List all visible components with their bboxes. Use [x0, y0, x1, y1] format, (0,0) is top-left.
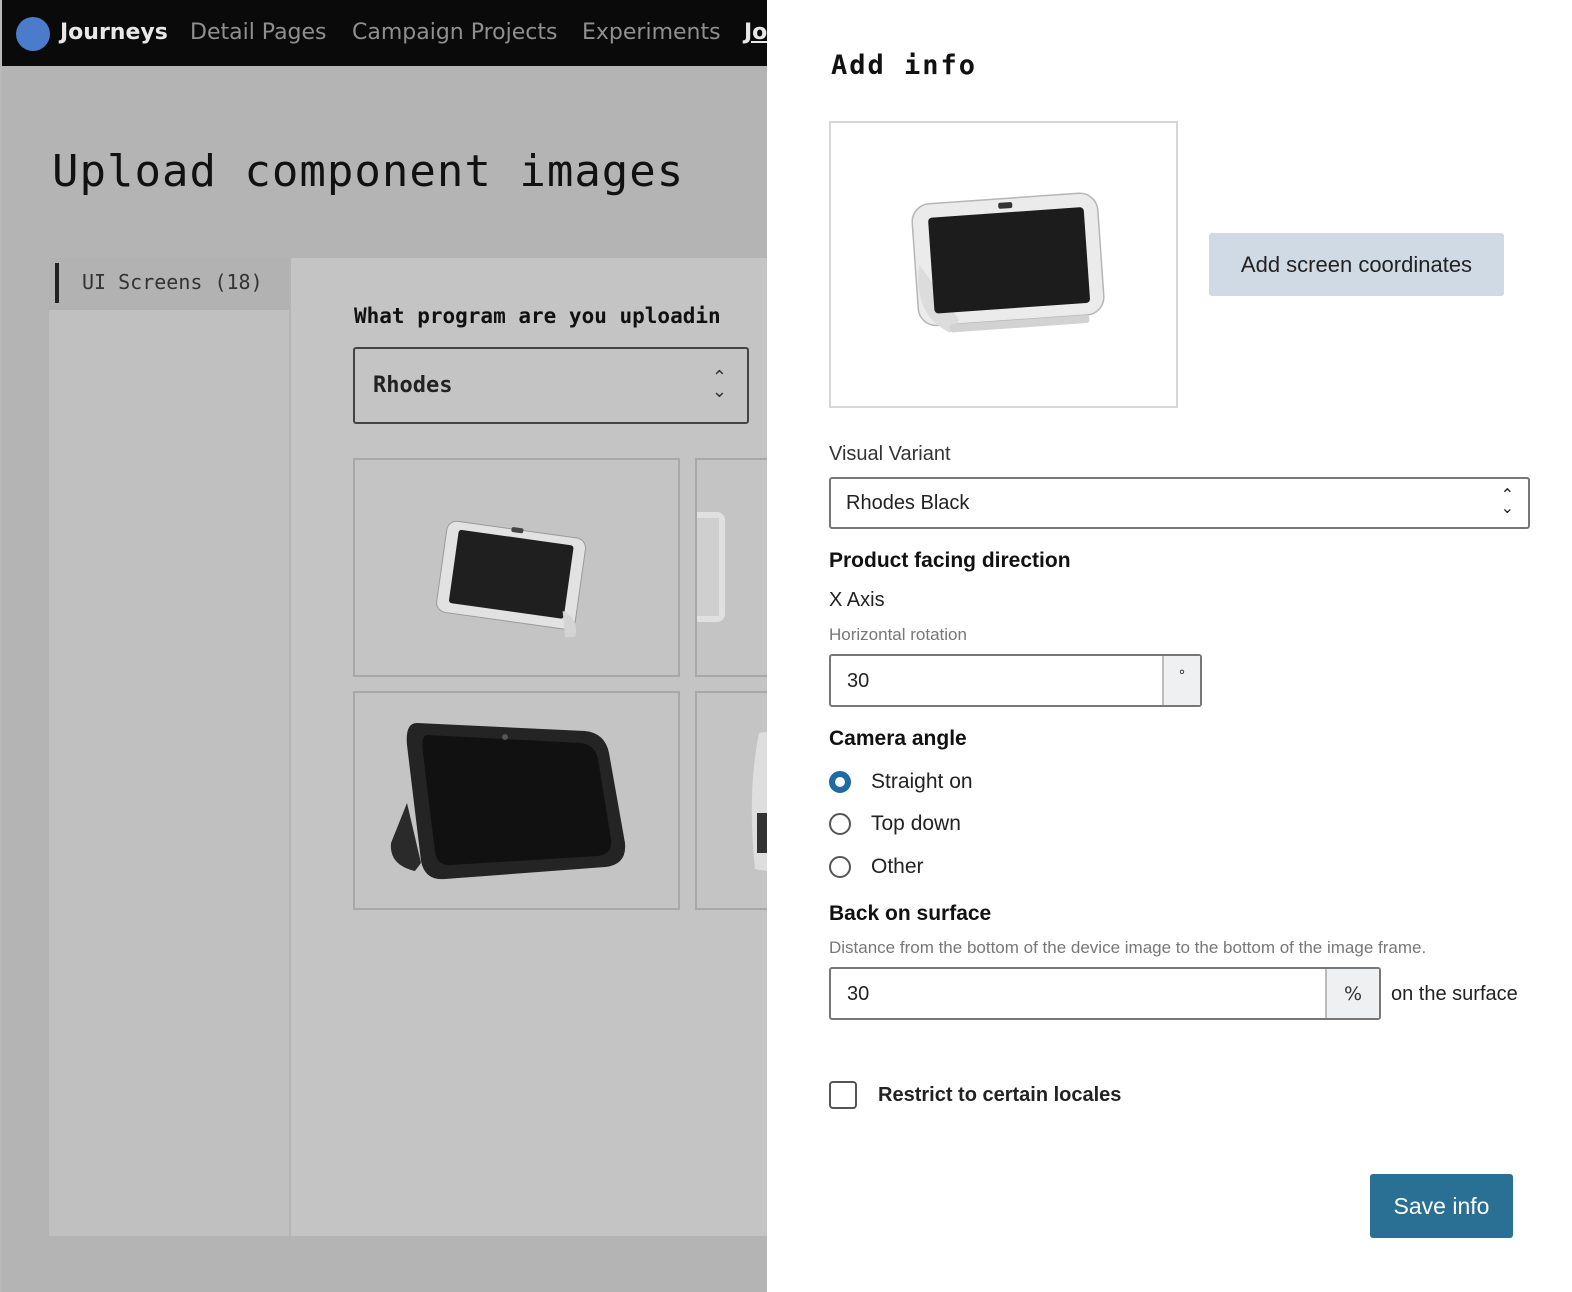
restrict-locales-label: Restrict to certain locales	[878, 1083, 1122, 1106]
horizontal-rotation-value: 30	[847, 670, 870, 692]
image-thumbnail[interactable]	[353, 691, 680, 910]
up-down-chevron-icon: ⌃ ⌄	[1500, 485, 1514, 517]
device-partial-image	[697, 512, 725, 622]
side-tab-active-indicator	[55, 263, 59, 303]
x-axis-label: X Axis	[829, 589, 885, 611]
x-axis-help-text: Horizontal rotation	[829, 625, 967, 644]
back-on-surface-heading: Back on surface	[829, 902, 992, 925]
back-on-surface-help-text: Distance from the bottom of the device i…	[829, 938, 1427, 957]
device-black-image	[390, 723, 626, 880]
side-panel	[49, 258, 289, 1236]
nav-detail-pages[interactable]: Detail Pages	[190, 20, 327, 45]
drawer-title: Add info	[831, 50, 978, 81]
horizontal-rotation-input[interactable]: 30 °	[829, 654, 1202, 707]
surface-distance-input[interactable]: 30 %	[829, 967, 1381, 1020]
radio-straight-on[interactable]: Straight on	[829, 767, 973, 797]
image-preview	[829, 121, 1178, 408]
nav-journeys[interactable]: Journeys	[60, 20, 168, 45]
radio-other[interactable]: Other	[829, 852, 924, 882]
radio-label: Top down	[871, 812, 961, 835]
save-info-button[interactable]: Save info	[1370, 1174, 1513, 1238]
restrict-locales-checkbox[interactable]	[829, 1081, 857, 1109]
app-logo[interactable]	[16, 17, 50, 51]
nav-campaign-projects[interactable]: Campaign Projects	[352, 20, 557, 45]
nav-experiments[interactable]: Experiments	[582, 20, 721, 45]
visual-variant-value: Rhodes Black	[846, 492, 970, 514]
program-select[interactable]: Rhodes ⌃ ⌄	[353, 347, 749, 424]
device-white-image	[436, 520, 587, 638]
surface-suffix-text: on the surface	[1391, 983, 1518, 1005]
top-navigation: Journeys Detail Pages Campaign Projects …	[2, 0, 767, 66]
radio-label: Other	[871, 855, 924, 878]
image-thumbnail[interactable]	[353, 458, 680, 677]
radio-top-down[interactable]: Top down	[829, 809, 961, 839]
add-screen-coordinates-button[interactable]: Add screen coordinates	[1209, 233, 1504, 296]
camera-angle-heading: Camera angle	[829, 727, 967, 750]
page-title: Upload component images	[52, 146, 685, 197]
program-select-value: Rhodes	[373, 373, 453, 398]
surface-distance-value: 30	[847, 983, 870, 1005]
program-question: What program are you uploadin	[354, 304, 721, 328]
radio-button-checked[interactable]	[829, 771, 851, 793]
visual-variant-select[interactable]: Rhodes Black ⌃ ⌄	[829, 477, 1530, 529]
degree-unit-addon: °	[1162, 656, 1200, 705]
device-partial-image	[751, 731, 767, 872]
image-thumbnail[interactable]	[695, 691, 767, 910]
nav-truncated-item[interactable]: Jo	[744, 20, 767, 45]
side-tab-label: UI Screens (18)	[82, 270, 263, 294]
product-facing-heading: Product facing direction	[829, 549, 1071, 572]
up-down-chevron-icon: ⌃ ⌄	[711, 367, 727, 402]
visual-variant-label: Visual Variant	[829, 443, 951, 465]
background-app: Journeys Detail Pages Campaign Projects …	[0, 0, 767, 1292]
percent-unit-addon: %	[1325, 969, 1379, 1018]
radio-button[interactable]	[829, 813, 851, 835]
radio-button[interactable]	[829, 856, 851, 878]
radio-label: Straight on	[871, 770, 973, 793]
device-preview-image	[911, 192, 1105, 333]
image-thumbnail[interactable]	[695, 458, 767, 677]
restrict-locales-row[interactable]: Restrict to certain locales	[829, 1080, 1121, 1110]
